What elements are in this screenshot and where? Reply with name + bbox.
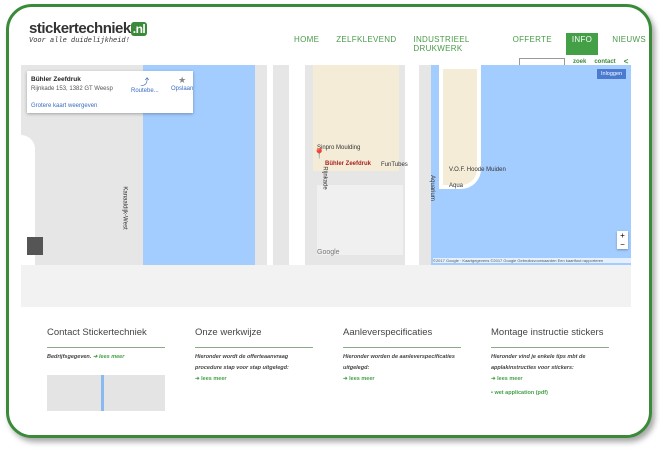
map-label-funtubes: FunTubes bbox=[381, 162, 408, 168]
column-aanlever: Aanleverspecificaties Hieronder worden d… bbox=[343, 327, 461, 385]
lees-meer-link[interactable]: ➜ lees meer bbox=[195, 374, 313, 385]
save-button[interactable]: ★ Opslaan bbox=[171, 75, 193, 92]
lees-meer-link[interactable]: ➜ lees meer bbox=[343, 374, 461, 385]
map-label-aquarium: Aquarium bbox=[428, 175, 435, 201]
route-label: Routebe... bbox=[131, 88, 159, 94]
tagline: Voor alle duidelijkheid! bbox=[29, 37, 130, 45]
pdf-link[interactable]: • wet application (pdf) bbox=[491, 388, 609, 399]
link-label: lees meer bbox=[201, 376, 227, 382]
zoom-out-button[interactable]: − bbox=[617, 240, 628, 249]
column-title: Montage instructie stickers bbox=[491, 327, 604, 338]
google-logo: Google bbox=[317, 249, 340, 256]
search-link[interactable]: zoek bbox=[573, 59, 586, 65]
logo-text: stickertechniek bbox=[29, 20, 131, 37]
logo[interactable]: stickertechniek .nl bbox=[29, 20, 148, 37]
street-view-thumbnail[interactable] bbox=[27, 237, 43, 255]
column-text: Hieronder vind je enkele tips mbt de app… bbox=[491, 354, 586, 371]
map-marker-icon: 📍 bbox=[313, 149, 326, 160]
contact-link[interactable]: contact bbox=[594, 59, 615, 65]
route-button[interactable]: ⤴ Routebe... bbox=[131, 75, 159, 94]
place-name: Bühler Zeefdruk bbox=[31, 76, 81, 83]
column-werkwijze: Onze werkwijze Hieronder wordt de offert… bbox=[195, 327, 313, 385]
zoom-in-button[interactable]: + bbox=[617, 231, 628, 240]
map-label-kanaal: Kanaaldijk-West bbox=[121, 186, 128, 230]
column-contact: Contact Stickertechniek Bedrijfsgegeven.… bbox=[47, 327, 165, 411]
map-label-vof: V.O.F. Hoode Muiden bbox=[449, 167, 506, 173]
link-label: wet application (pdf) bbox=[494, 390, 548, 396]
logo-suffix: .nl bbox=[130, 22, 148, 36]
nav-industrieel-drukwerk[interactable]: INDUSTRIEEL DRUKWERK bbox=[410, 33, 498, 55]
map-footer: ©2017 Google · Kaartgegevens ©2017 Googl… bbox=[433, 258, 631, 263]
link-label: lees meer bbox=[99, 354, 125, 360]
column-title: Aanleverspecificaties bbox=[343, 327, 433, 338]
place-address: Rijnkade 153, 1382 GT Weesp bbox=[31, 86, 113, 92]
info-columns: Contact Stickertechniek Bedrijfsgegeven.… bbox=[21, 307, 631, 435]
map-label-rijnkade: Rijnkade bbox=[321, 166, 328, 190]
nav-zelfklevend[interactable]: ZELFKLEVEND bbox=[333, 33, 399, 55]
mini-map[interactable] bbox=[47, 375, 165, 411]
column-title: Contact Stickertechniek bbox=[47, 327, 147, 338]
lees-meer-link[interactable]: ➜ lees meer bbox=[491, 374, 609, 385]
larger-map-link[interactable]: Grotere kaart weergeven bbox=[31, 103, 97, 109]
link-label: lees meer bbox=[349, 376, 375, 382]
column-text: Bedrijfsgegeven. bbox=[47, 354, 92, 360]
column-title: Onze werkwijze bbox=[195, 327, 262, 338]
footer-area: Contact Stickertechniek Bedrijfsgegeven.… bbox=[21, 265, 631, 435]
nav-home[interactable]: HOME bbox=[291, 33, 322, 55]
map[interactable]: Bühler Zeefdruk Rijnkade 153, 1382 GT We… bbox=[21, 65, 631, 265]
directions-icon: ⤴ bbox=[140, 77, 150, 87]
column-text: Hieronder worden de aanleverspecificatie… bbox=[343, 354, 455, 371]
save-label: Opslaan bbox=[171, 86, 194, 92]
nav-nieuws[interactable]: NIEUWS bbox=[609, 33, 649, 55]
star-icon: ★ bbox=[178, 75, 187, 85]
login-button[interactable]: Inloggen bbox=[597, 69, 627, 79]
main-nav: HOME ZELFKLEVEND INDUSTRIEEL DRUKWERK OF… bbox=[291, 33, 649, 55]
lees-meer-link[interactable]: ➜ lees meer bbox=[93, 354, 125, 360]
place-card: Bühler Zeefdruk Rijnkade 153, 1382 GT We… bbox=[27, 71, 193, 113]
column-text: Hieronder wordt de offerteaanvraag proce… bbox=[195, 354, 289, 371]
nav-info[interactable]: INFO bbox=[565, 33, 599, 55]
map-label-aqua: Aqua bbox=[449, 183, 464, 189]
column-montage: Montage instructie stickers Hieronder vi… bbox=[491, 327, 609, 399]
page-frame: stickertechniek .nl Voor alle duidelijkhe… bbox=[6, 4, 652, 438]
link-label: lees meer bbox=[497, 376, 523, 382]
nav-offerte[interactable]: OFFERTE bbox=[510, 33, 555, 55]
map-label-marker: Bühler Zeefdruk bbox=[325, 161, 372, 167]
zoom-controls: + − bbox=[617, 231, 628, 249]
